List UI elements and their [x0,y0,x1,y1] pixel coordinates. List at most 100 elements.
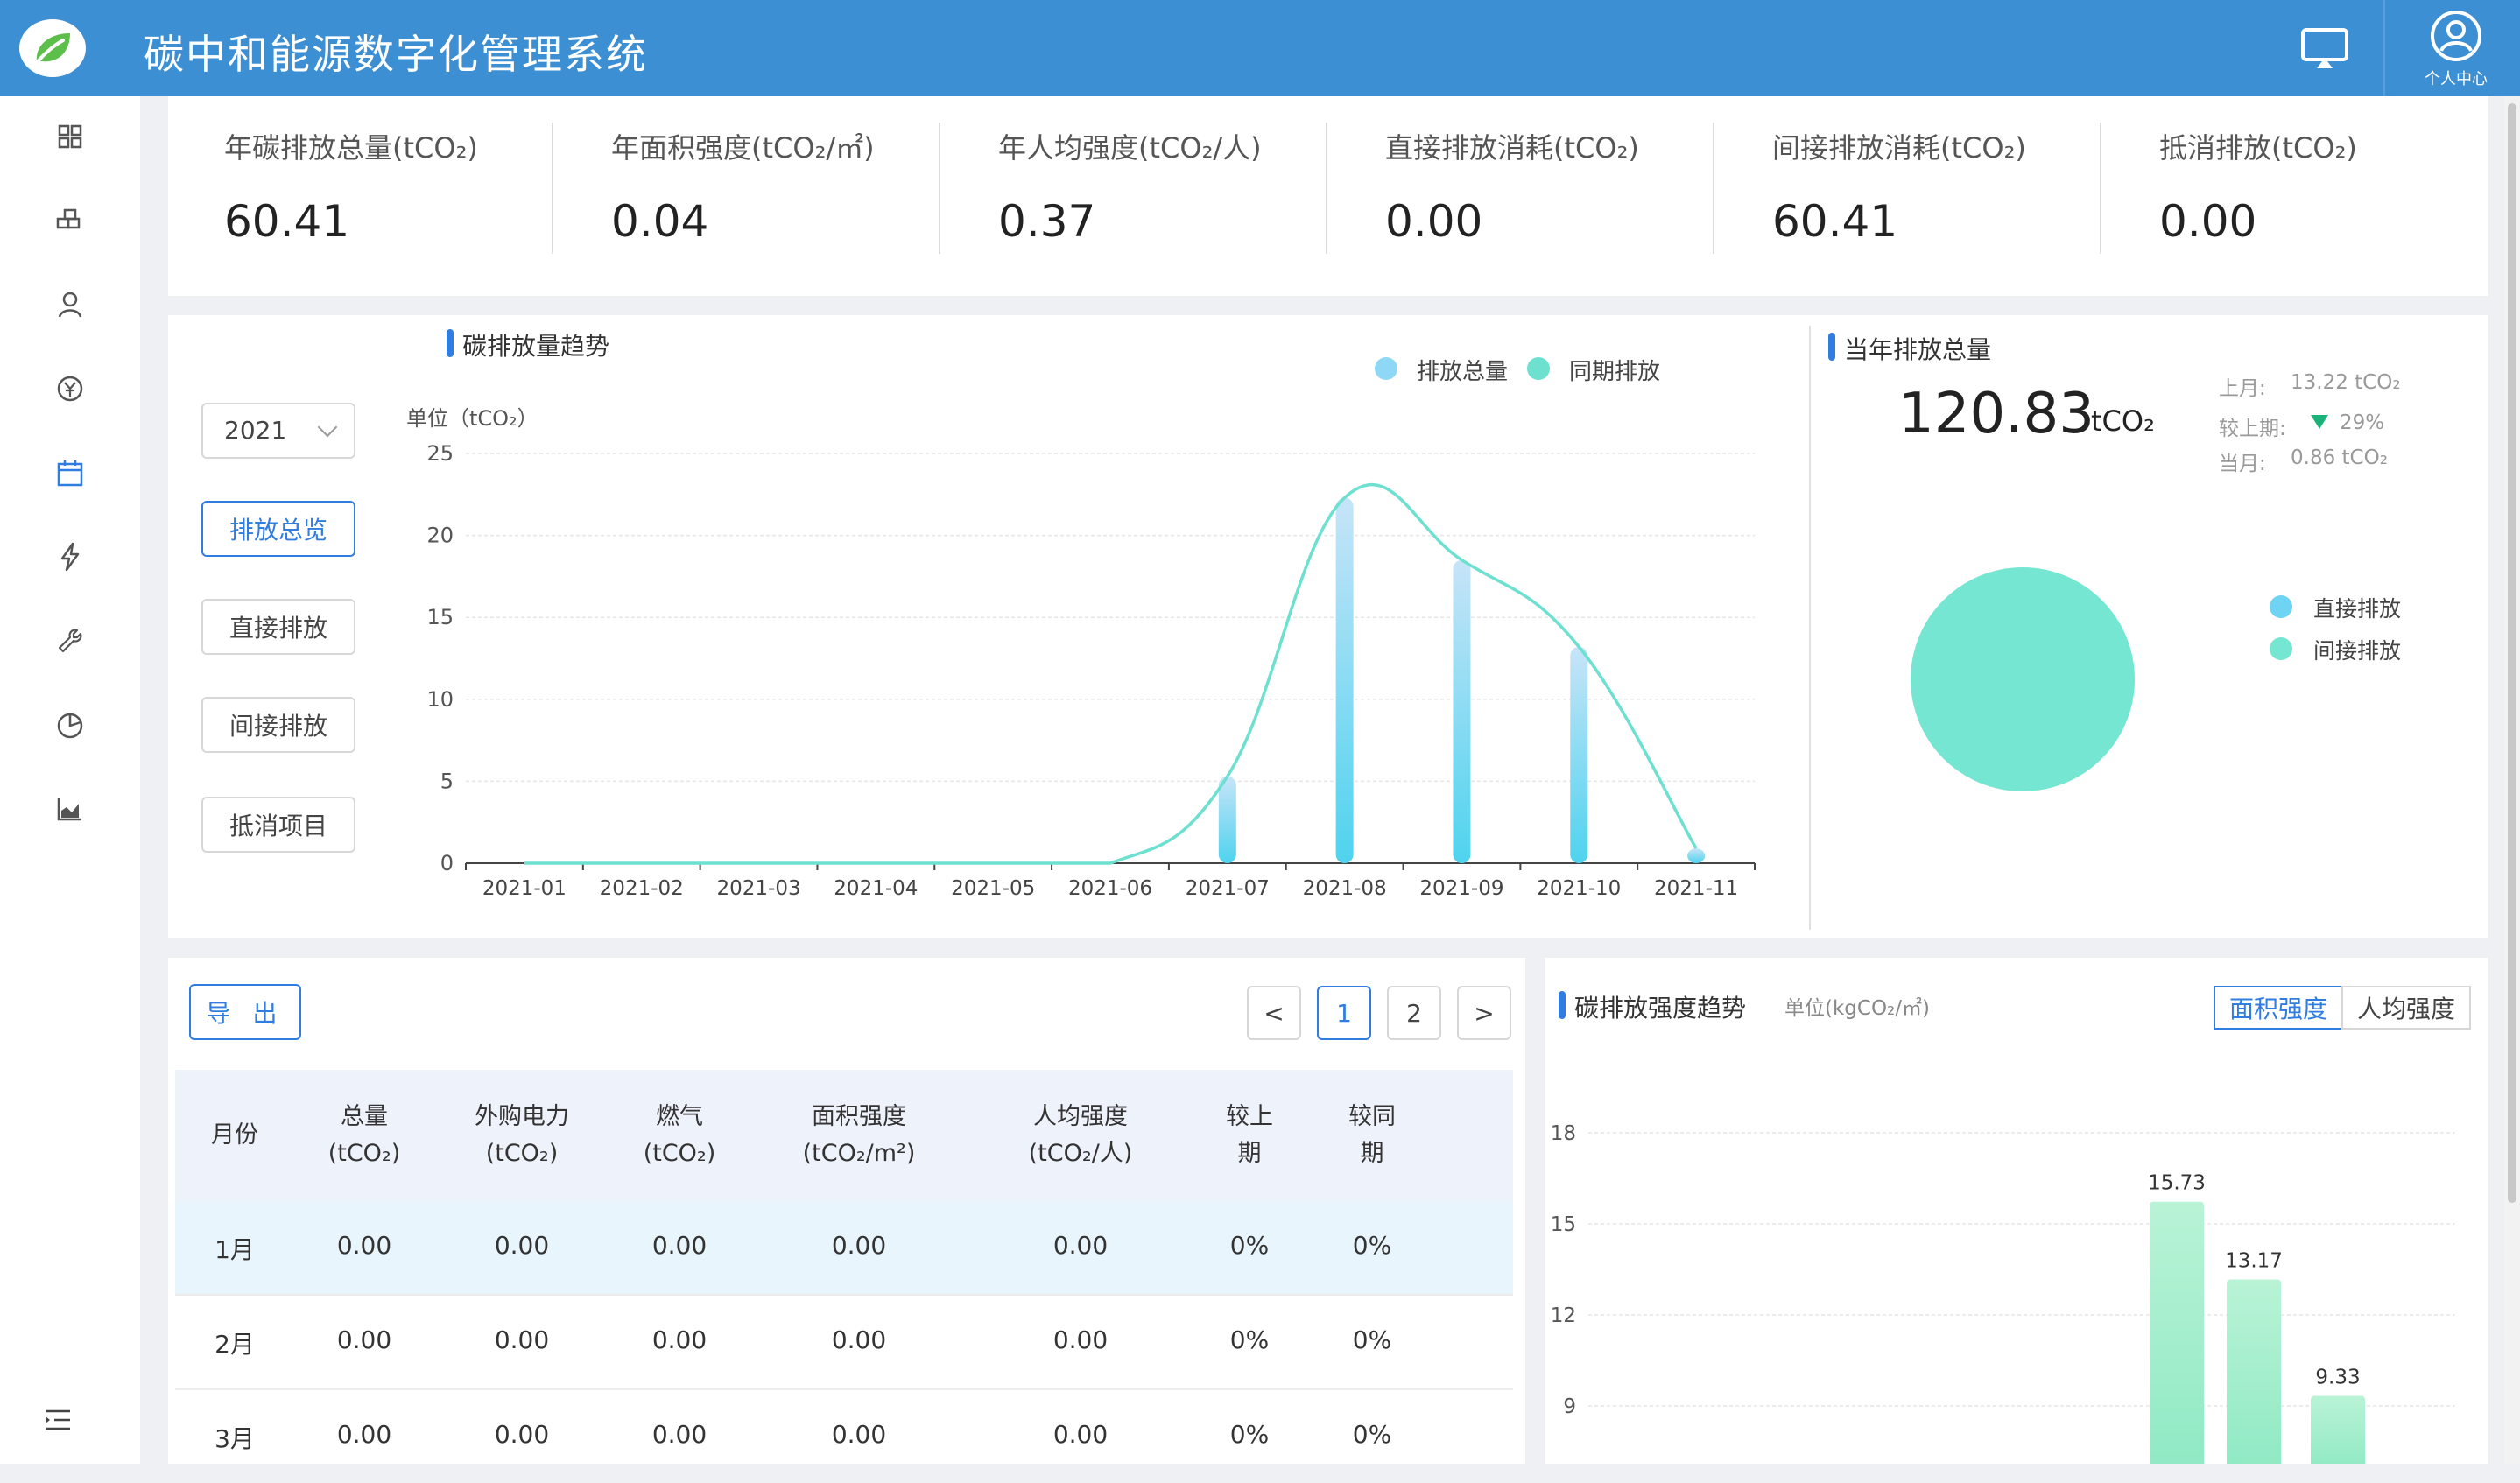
overview-button[interactable]: 排放总览 [201,501,355,557]
stat-value: 0.00 [1385,196,1483,247]
table-cell: 0.00 [494,1231,550,1260]
legend-indirect-label: 间接排放 [2313,638,2402,664]
stat-value: 0.04 [611,196,709,247]
intensity-trend-chart: 9 12 15 18 15.73 13.17 9.33 [1551,1122,2455,1464]
table-cell: 0.00 [336,1231,392,1260]
year-select-value: 2021 [224,416,287,445]
table-cell: 0.00 [651,1325,707,1354]
dashboard-icon[interactable] [53,119,88,154]
app-title: 碳中和能源数字化管理系统 [144,31,648,78]
y-tick-label: 9 [1563,1395,1576,1418]
th-text: 月份 [211,1121,258,1149]
down-arrow-icon [2311,415,2328,429]
tab-per-capita-intensity[interactable]: 人均强度 [2341,986,2471,1030]
th-total: 总量 (tCO₂) [294,1070,434,1201]
export-button[interactable]: 导 出 [189,984,301,1040]
bar-chart-icon[interactable] [53,791,88,826]
leaf-logo-icon [19,19,86,77]
bar-data-label: 9.33 [2315,1367,2360,1389]
direct-emission-button[interactable]: 直接排放 [201,599,355,655]
tab-area-intensity[interactable]: 面积强度 [2214,986,2343,1030]
wrench-icon[interactable] [53,623,88,658]
table-row[interactable]: 2月 0.00 0.00 0.00 0.00 0.00 0% 0% [175,1296,1513,1388]
table-row[interactable]: 1月 0.00 0.00 0.00 0.00 0.00 0% 0% [175,1201,1513,1294]
this-month-value: 0.86 tCO₂ [2291,446,2388,469]
stat-label: 年碳排放总量(tCO₂) [224,131,478,165]
th-gas: 燃气 (tCO₂) [609,1070,750,1201]
user-center-button[interactable]: 个人中心 [2408,7,2504,91]
trend-bar [1570,646,1588,863]
legend-same-period-dot [1527,357,1550,380]
vs-prev-label: 较上期: [2219,418,2286,440]
table-cell: 0% [1352,1325,1392,1354]
th-unit: (tCO₂) [485,1140,559,1167]
th-text: 人均强度 [1033,1103,1128,1130]
legend-direct-label: 直接排放 [2313,596,2402,622]
intensity-bar [2311,1395,2365,1464]
trend-title: 碳排放量趋势 [447,327,609,362]
stat-value: 60.41 [1772,196,1898,247]
x-tick-label: 2021-08 [1303,877,1387,900]
x-tick-label: 2021-11 [1654,877,1738,900]
y-tick-label: 12 [1551,1304,1576,1327]
calendar-icon[interactable] [53,455,88,490]
th-electricity: 外购电力 (tCO₂) [434,1070,609,1201]
y-tick-label: 10 [426,687,454,712]
sidebar [0,96,140,1464]
legend-total-label: 排放总量 [1417,359,1509,385]
top-header: 碳中和能源数字化管理系统 个人中心 [0,0,2520,96]
year-select[interactable]: 2021 [201,403,355,459]
stat-divider [1713,123,1714,254]
annual-total-unit: tCO₂ [2091,404,2155,438]
x-tick-label: 2021-02 [600,877,684,900]
x-tick-label: 2021-05 [951,877,1035,900]
pager-page-1[interactable]: 1 [1317,986,1371,1040]
last-month-value: 13.22 tCO₂ [2291,371,2401,394]
y-tick-label: 18 [1551,1122,1576,1145]
th-vs-prev: 较上期 [1193,1070,1306,1201]
table-cell: 0% [1352,1420,1392,1449]
th-text: 燃气 [656,1103,703,1130]
pie-chart-icon[interactable] [53,707,88,742]
th-unit: 期 [1360,1140,1384,1167]
screen-cast-icon[interactable] [2298,23,2352,74]
th-text: 总量 [341,1103,388,1130]
stat-label: 直接排放消耗(tCO₂) [1385,131,1639,165]
pager-page-2[interactable]: 2 [1387,986,1441,1040]
offset-project-button[interactable]: 抵消项目 [201,797,355,853]
bolt-icon[interactable] [53,539,88,574]
th-per-capita: 人均强度 (tCO₂/人) [968,1070,1193,1201]
pager-next-button[interactable]: > [1457,986,1511,1040]
stat-divider [552,123,553,254]
table-cell: 0.00 [831,1420,887,1449]
x-tick-label: 2021-06 [1068,877,1152,900]
stat-label: 抵消排放(tCO₂) [2159,131,2357,165]
table-cell: 0.00 [336,1325,392,1354]
trend-bar [1218,776,1236,863]
bar-data-label: 13.17 [2225,1249,2283,1272]
blocks-icon[interactable] [53,203,88,238]
table-cell: 0.00 [831,1231,887,1260]
th-unit: 期 [1237,1140,1262,1167]
pager-prev-button[interactable]: < [1247,986,1301,1040]
th-unit: (tCO₂) [643,1140,716,1167]
table-cell: 0.00 [651,1231,707,1260]
chevron-down-icon [317,417,338,438]
scrollbar-thumb[interactable] [2508,103,2516,1203]
y-tick-label: 15 [426,605,454,629]
bar-data-label: 15.73 [2148,1172,2206,1195]
stat-value: 60.41 [224,196,350,247]
menu-collapse-icon[interactable] [40,1402,75,1437]
stat-divider [1326,123,1327,254]
intensity-bar [2227,1279,2281,1464]
table-row[interactable]: 3月 0.00 0.00 0.00 0.00 0.00 0% 0% [175,1390,1513,1483]
user-avatar-icon [2431,11,2481,61]
th-text: 较同 [1348,1103,1396,1130]
currency-icon[interactable] [53,371,88,406]
table-cell: 0.00 [651,1420,707,1449]
trend-bar [1453,559,1471,863]
this-month-label: 当月: [2219,453,2266,475]
indirect-emission-button[interactable]: 间接排放 [201,697,355,753]
th-text: 面积强度 [812,1103,906,1130]
user-icon[interactable] [53,287,88,322]
